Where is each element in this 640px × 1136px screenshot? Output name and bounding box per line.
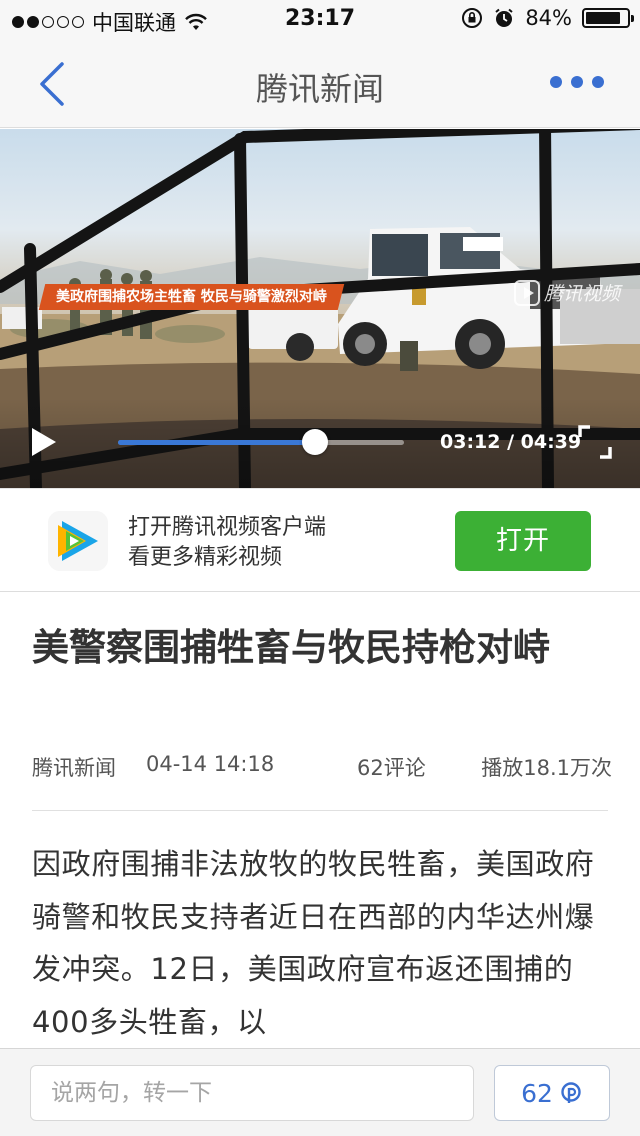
more-dot — [592, 76, 604, 88]
battery-percent: 84% — [525, 6, 572, 30]
alarm-icon — [495, 8, 513, 27]
video-controls: 03:12 / 04:39 — [0, 398, 640, 488]
comment-input[interactable] — [30, 1065, 474, 1121]
progress-thumb[interactable] — [301, 429, 328, 455]
play-button[interactable] — [32, 428, 56, 456]
video-banner: 美政府围捕农场主牲畜 牧民与骑警激烈对峙 — [38, 284, 345, 310]
play-count: 播放18.1万次 — [481, 756, 612, 780]
open-app-button[interactable]: 打开 — [455, 511, 591, 571]
promo-line-2: 看更多精彩视频 — [128, 545, 283, 570]
comment-count-label: 62 — [521, 1078, 553, 1108]
progress-fill — [118, 440, 315, 445]
divider — [32, 810, 608, 811]
comment-count-button[interactable]: 62 — [494, 1065, 610, 1121]
tencent-video-app-icon — [48, 511, 108, 571]
article-title: 美警察围捕牲畜与牧民持枪对峙 — [32, 626, 550, 669]
article-source: 腾讯新闻 — [32, 756, 116, 780]
article-body: 因政府围捕非法放牧的牧民牲畜，美国政府骑警和牧民支持者近日在西部的内华达州爆发冲… — [32, 847, 595, 1039]
comment-bar: 62 — [0, 1048, 640, 1136]
rotation-lock-icon — [462, 8, 483, 28]
comment-count-link[interactable]: 62评论 — [357, 752, 426, 782]
battery-fill — [586, 12, 620, 24]
time-display: 03:12 / 04:39 — [440, 431, 582, 453]
promo-line-1: 打开腾讯视频客户端 — [128, 515, 327, 540]
status-right: 84% — [461, 6, 634, 30]
nav-bar: 腾讯新闻 — [0, 40, 640, 128]
fullscreen-icon[interactable] — [578, 425, 612, 459]
nav-title: 腾讯新闻 — [255, 70, 384, 108]
video-watermark: 腾讯视频 — [513, 279, 620, 306]
video-player[interactable]: 美政府围捕农场主牲畜 牧民与骑警激烈对峙 腾讯视频 03:12 / 04:39 — [0, 129, 640, 488]
status-bar: 中国联通 23:17 84% — [0, 0, 640, 40]
more-dot — [550, 76, 562, 88]
more-dot — [571, 76, 583, 88]
article-meta: 腾讯新闻 04-14 14:18 62评论 播放18.1万次 — [32, 752, 612, 780]
progress-bar[interactable] — [118, 429, 404, 455]
watermark-text: 腾讯视频 — [543, 283, 620, 305]
article-date: 04-14 14:18 — [146, 752, 275, 776]
comment-bubble-icon — [561, 1082, 581, 1103]
more-button[interactable] — [550, 76, 604, 88]
battery-icon — [582, 8, 634, 28]
tencent-video-logo — [513, 279, 540, 306]
promo-text: 打开腾讯视频客户端 看更多精彩视频 — [128, 513, 326, 573]
app-promo-banner: 打开腾讯视频客户端 看更多精彩视频 打开 — [0, 488, 640, 592]
